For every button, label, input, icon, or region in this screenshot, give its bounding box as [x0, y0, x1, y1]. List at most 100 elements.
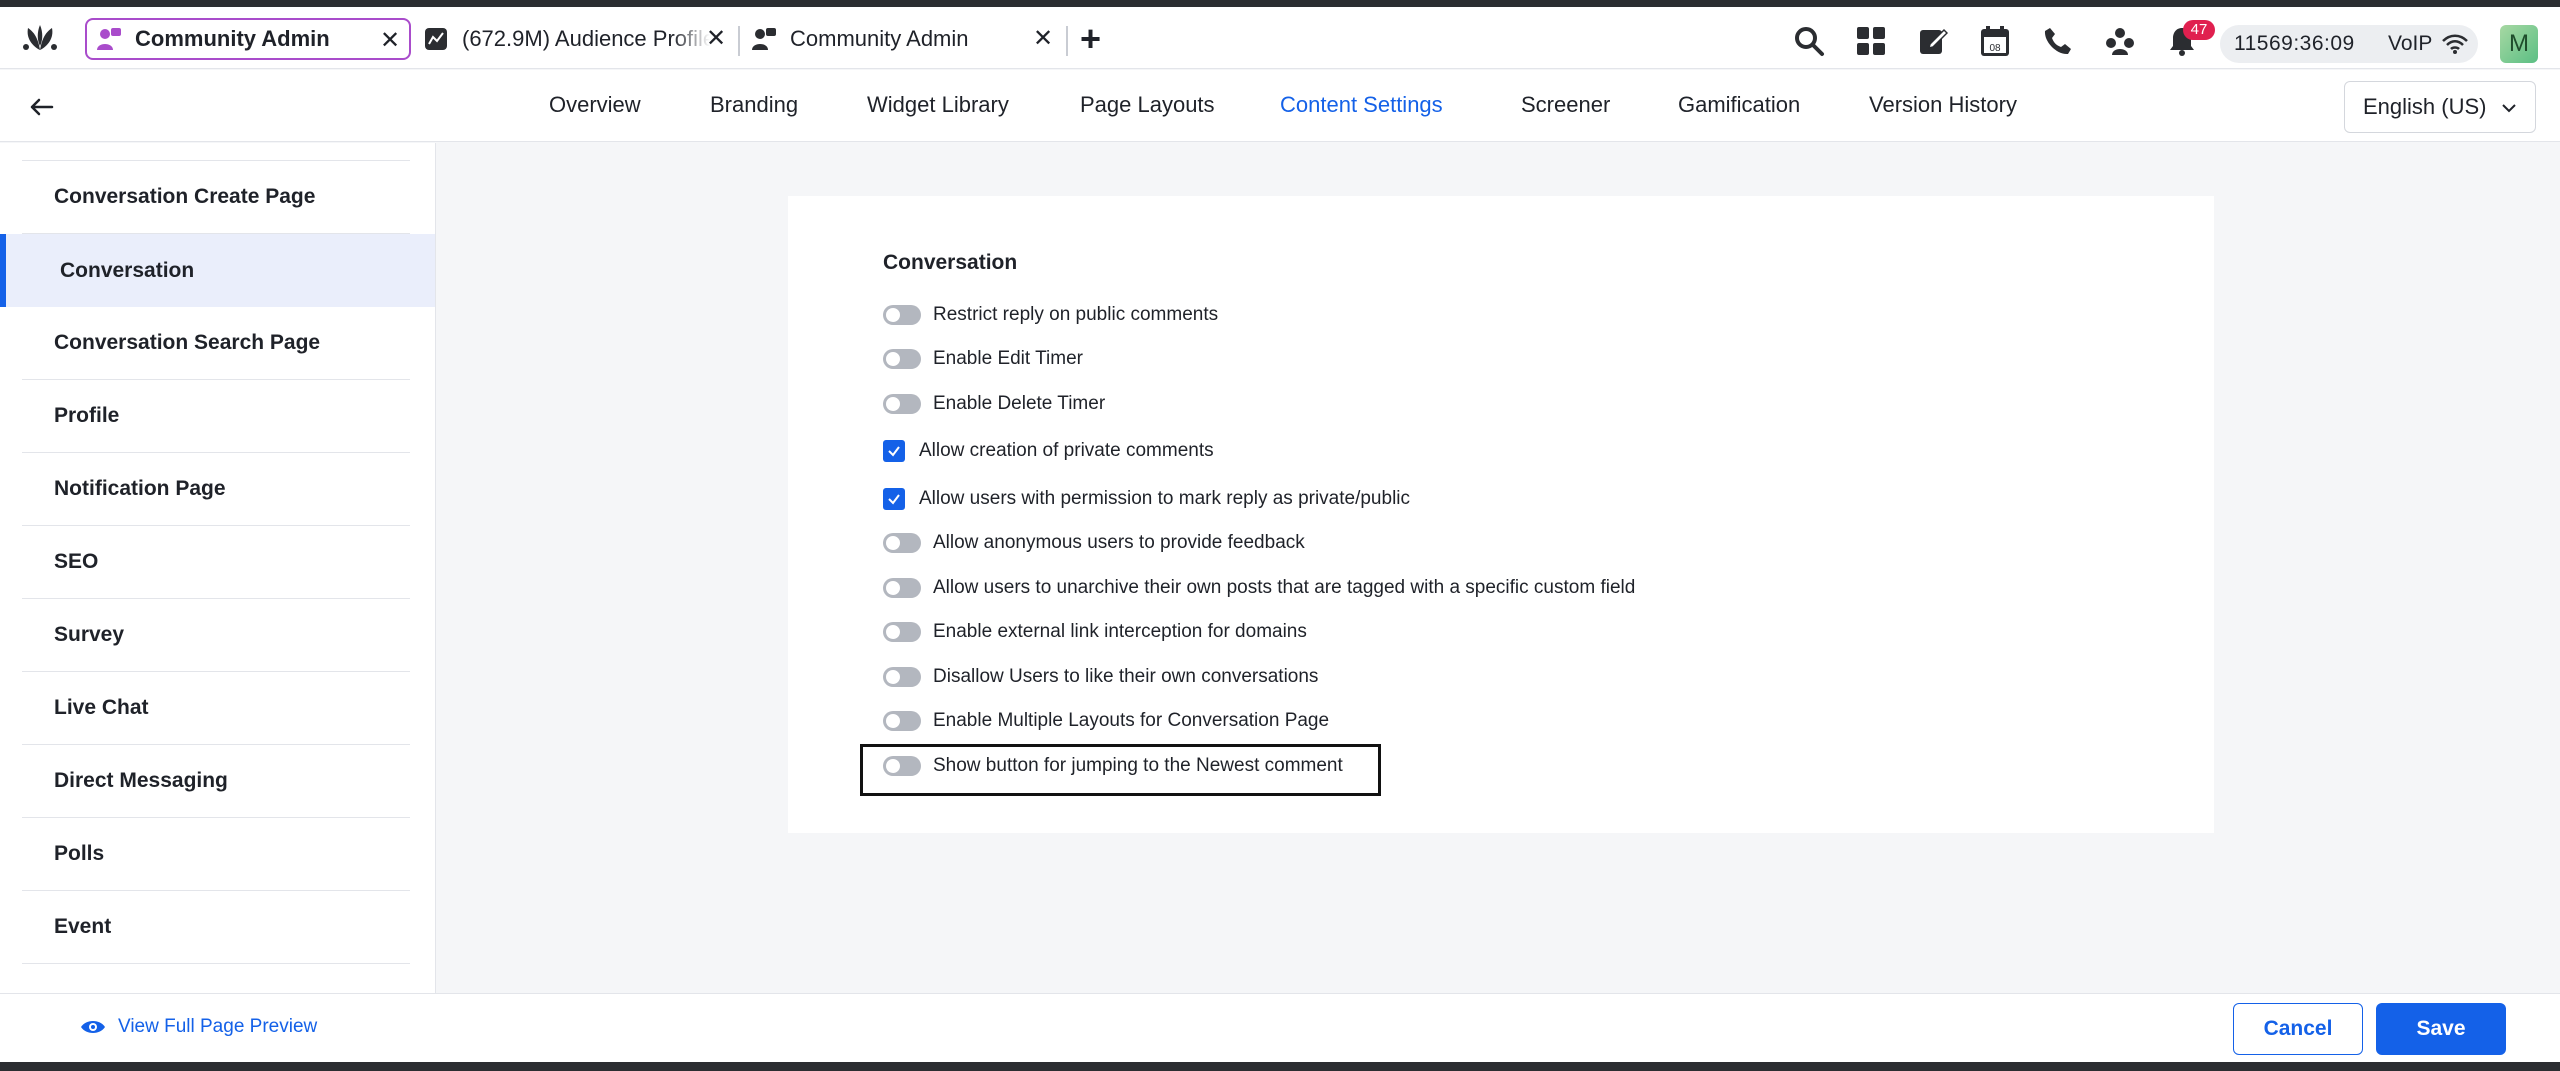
settings-header: Overview Branding Widget Library Page La… — [0, 70, 2560, 142]
tab-title: (672.9M) Audience Profile — [462, 26, 710, 51]
back-arrow-icon[interactable] — [26, 92, 56, 122]
tab-page-layouts[interactable]: Page Layouts — [1080, 92, 1215, 118]
sidebar-item-label: Conversation Search Page — [54, 331, 321, 354]
checkbox-checked[interactable] — [883, 440, 905, 462]
toggle-switch[interactable] — [883, 394, 921, 414]
sidebar-item-label: Polls — [54, 842, 105, 865]
checkmark-icon — [888, 494, 900, 505]
sidebar-item-event[interactable]: Event — [22, 891, 410, 964]
phone-icon[interactable] — [2040, 23, 2076, 59]
language-value: English (US) — [2363, 94, 2487, 119]
tab-community-admin-active[interactable]: Community Admin ✕ — [85, 18, 411, 60]
option-label: Allow users to unarchive their own posts… — [933, 577, 1636, 598]
save-button[interactable]: Save — [2376, 1003, 2506, 1055]
voip-label: VoIP — [2388, 32, 2433, 55]
apps-grid-icon[interactable] — [1853, 23, 1889, 59]
option-private-comments: Allow creation of private comments — [883, 436, 1214, 466]
language-select[interactable]: English (US) — [2344, 81, 2536, 133]
footer-bar: View Full Page Preview Cancel Save — [0, 993, 2560, 1062]
checkmark-icon — [888, 446, 900, 457]
tab-screener[interactable]: Screener — [1521, 92, 1610, 118]
sidebar-item-polls[interactable]: Polls — [22, 818, 410, 891]
window-top-strip — [0, 0, 2560, 7]
wifi-icon — [2442, 34, 2468, 54]
sidebar-item-seo[interactable]: SEO — [22, 526, 410, 599]
tab-audience-profile[interactable]: (672.9M) Audience Profile ✕ — [420, 18, 735, 60]
new-tab-plus-icon[interactable]: + — [1080, 21, 1101, 57]
sidebar-item-survey[interactable]: Survey — [22, 599, 410, 672]
option-label: Enable Delete Timer — [933, 393, 1106, 414]
close-tab-icon[interactable]: ✕ — [1032, 25, 1054, 53]
close-tab-icon[interactable]: ✕ — [379, 27, 401, 55]
cancel-button[interactable]: Cancel — [2233, 1003, 2363, 1055]
eye-icon — [81, 1021, 105, 1033]
sidebar-item-label: Conversation Create Page — [54, 185, 316, 208]
section-title: Conversation — [883, 251, 1018, 274]
chevron-down-icon — [2502, 104, 2516, 113]
option-label: Enable Edit Timer — [933, 348, 1083, 369]
tab-widget-library[interactable]: Widget Library — [867, 92, 1009, 118]
option-delete-timer: Enable Delete Timer — [883, 389, 1105, 419]
toggle-switch[interactable] — [883, 711, 921, 731]
calendar-day: 08 — [1989, 43, 2001, 54]
option-label: Allow creation of private comments — [919, 440, 1214, 461]
option-label: Allow users with permission to mark repl… — [919, 488, 1411, 509]
notification-count-badge: 47 — [2183, 20, 2215, 40]
sidebar-item-conversation-create-page[interactable]: Conversation Create Page — [22, 161, 410, 234]
option-label: Restrict reply on public comments — [933, 304, 1219, 325]
community-admin-icon — [95, 25, 123, 53]
tab-overview[interactable]: Overview — [549, 92, 641, 118]
option-label: Enable Multiple Layouts for Conversation… — [933, 710, 1330, 731]
calendar-icon[interactable]: 08 — [1977, 23, 2013, 59]
sidebar-item-conversation-search-page[interactable]: Conversation Search Page — [22, 307, 410, 380]
toggle-switch[interactable] — [883, 578, 921, 598]
option-label: Allow anonymous users to provide feedbac… — [933, 532, 1305, 553]
tab-content-settings[interactable]: Content Settings — [1280, 92, 1443, 118]
sidebar-item-label: Profile — [54, 404, 120, 427]
avatar[interactable]: M — [2500, 25, 2538, 63]
audience-profile-icon — [422, 25, 450, 53]
session-timer: 11569:36:09 — [2234, 32, 2355, 55]
settings-sidebar: Conversation Create Page Conversation Co… — [0, 143, 436, 993]
checkbox-checked[interactable] — [883, 488, 905, 510]
sidebar-item-notification-page[interactable]: Notification Page — [22, 453, 410, 526]
tab-separator — [738, 26, 740, 56]
toggle-switch[interactable] — [883, 305, 921, 325]
option-mark-reply-private: Allow users with permission to mark repl… — [883, 484, 1410, 514]
toggle-switch[interactable] — [883, 667, 921, 687]
tab-version-history[interactable]: Version History — [1869, 92, 2017, 118]
community-icon[interactable] — [2102, 23, 2138, 59]
app-logo-icon[interactable] — [20, 20, 60, 56]
option-unarchive-posts: Allow users to unarchive their own posts… — [883, 573, 1635, 603]
preview-label: View Full Page Preview — [118, 1016, 318, 1037]
sidebar-item-direct-messaging[interactable]: Direct Messaging — [22, 745, 410, 818]
voip-status-pill[interactable]: 11569:36:09 VoIP — [2220, 25, 2478, 63]
sidebar-item-profile[interactable]: Profile — [22, 380, 410, 453]
option-label: Enable external link interception for do… — [933, 621, 1307, 642]
toggle-switch[interactable] — [883, 622, 921, 642]
sidebar-item-label: Live Chat — [54, 696, 149, 719]
close-tab-icon[interactable]: ✕ — [705, 25, 727, 53]
option-anonymous-feedback: Allow anonymous users to provide feedbac… — [883, 528, 1305, 558]
toggle-switch[interactable] — [883, 533, 921, 553]
tab-gamification[interactable]: Gamification — [1678, 92, 1800, 118]
sidebar-item-conversation[interactable]: Conversation — [0, 234, 435, 307]
conversation-settings-card: Conversation Restrict reply on public co… — [788, 196, 2214, 833]
sidebar-item-label: Survey — [54, 623, 125, 646]
sidebar-item-label: Conversation — [60, 258, 195, 282]
sidebar-item-live-chat[interactable]: Live Chat — [22, 672, 410, 745]
compose-icon[interactable] — [1915, 23, 1951, 59]
tab-community-admin[interactable]: Community Admin ✕ — [742, 18, 1062, 60]
option-restrict-reply: Restrict reply on public comments — [883, 300, 1218, 330]
sidebar-item-label: SEO — [54, 550, 99, 573]
view-full-page-preview-link[interactable]: View Full Page Preview — [80, 1016, 317, 1038]
search-icon[interactable] — [1791, 23, 1827, 59]
option-link-interception: Enable external link interception for do… — [883, 617, 1307, 647]
tab-title: Community Admin — [135, 26, 330, 51]
toggle-switch[interactable] — [883, 349, 921, 369]
option-edit-timer: Enable Edit Timer — [883, 344, 1083, 374]
tab-branding[interactable]: Branding — [710, 92, 798, 118]
tab-title: Community Admin — [790, 26, 969, 51]
highlight-frame — [860, 744, 1381, 796]
option-multiple-layouts: Enable Multiple Layouts for Conversation… — [883, 706, 1329, 736]
